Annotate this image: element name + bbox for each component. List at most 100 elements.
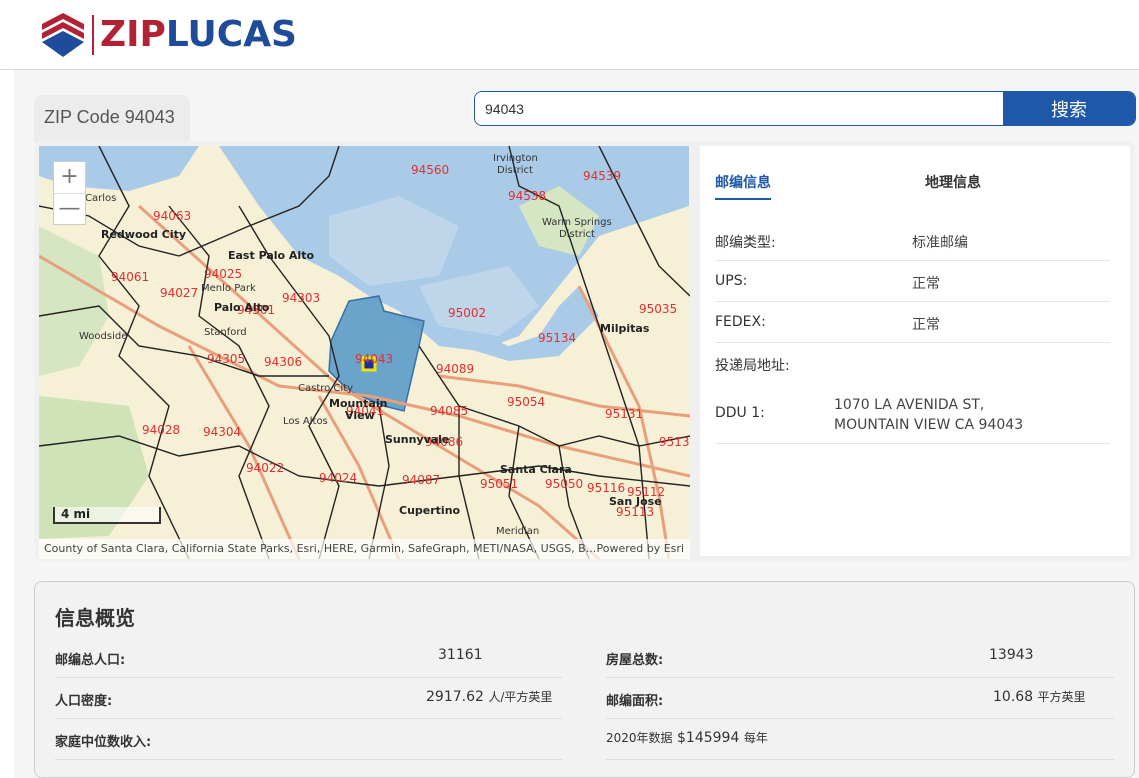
logo-text: ZIPLUCAS	[100, 14, 297, 55]
postal-type-row: 邮编类型: 标准邮编	[715, 232, 1110, 261]
map-zip-label: 94089	[436, 362, 474, 376]
map-zip-label: 94022	[246, 461, 284, 475]
map-scale-bar: 4 mi	[53, 507, 161, 524]
map-zip-label: 94305	[207, 352, 245, 366]
map-place-label: Castro City	[298, 383, 353, 394]
density-unit: 人/平方英里	[488, 690, 553, 704]
ups-value: 正常	[912, 276, 940, 292]
houses-value: 13943	[989, 647, 1034, 663]
map-zip-label: 95035	[639, 302, 677, 316]
ddu-address: 1070 LA AVENIDA ST, MOUNTAIN VIEW CA 940…	[834, 395, 1023, 435]
map-place-label: Los Altos	[283, 416, 328, 427]
map-place-label: View	[345, 409, 375, 422]
map-place-label: District	[497, 165, 533, 176]
map-place-label: Carlos	[85, 193, 116, 204]
fedex-row: FEDEX: 正常	[715, 314, 1110, 343]
map-zip-label: 94303	[282, 291, 320, 305]
houses-label: 房屋总数:	[606, 653, 664, 668]
map-zip-label: 95133	[659, 435, 690, 449]
powered-by-esri[interactable]: Powered by Esri	[596, 542, 684, 555]
density-value-group: 2917.62 人/平方英里	[426, 688, 552, 705]
info-summary-card: 信息概览 邮编总人口: 31161 房屋总数: 13943 人口密度: 2917…	[34, 581, 1135, 778]
ups-label: UPS:	[715, 273, 748, 289]
area-row: 邮编面积: 10.68 平方英里	[606, 678, 1114, 719]
ddu-address-line2: MOUNTAIN VIEW CA 94043	[834, 417, 1024, 433]
income-label-row: 家庭中位数收入:	[55, 719, 562, 760]
ziplucas-logo[interactable]: ZIPLUCAS	[40, 10, 297, 60]
density-value: 2917.62	[426, 689, 484, 705]
map-zip-label: 94085	[430, 404, 468, 418]
post-office-row: 投递局地址:	[715, 355, 1110, 375]
map-zip-label: 94560	[411, 163, 449, 177]
map-zip-label: 94539	[583, 169, 621, 183]
area-value: 10.68	[993, 689, 1034, 705]
zip-map[interactable]: 94043 94560 94539 94538 94063 94025 9402…	[39, 146, 690, 559]
map-place-label: Milpitas	[600, 322, 650, 335]
ddu-address-line1: 1070 LA AVENIDA ST,	[834, 397, 985, 413]
population-value: 31161	[438, 647, 483, 663]
map-place-label: Cupertino	[399, 504, 461, 517]
map-place-label: Santa Clara	[500, 463, 572, 476]
map-zip-label: 94306	[264, 355, 302, 369]
map-zip-label: 94028	[142, 423, 180, 437]
population-row: 邮编总人口: 31161	[55, 637, 562, 678]
map-zip-label: 94538	[508, 189, 546, 203]
ups-row: UPS: 正常	[715, 273, 1110, 302]
summary-title: 信息概览	[55, 606, 135, 630]
zip-code-tab[interactable]: ZIP Code 94043	[34, 95, 190, 143]
fedex-label: FEDEX:	[715, 314, 766, 330]
map-place-label: District	[559, 229, 595, 240]
density-label: 人口密度:	[55, 694, 113, 709]
ddu-row: DDU 1: 1070 LA AVENIDA ST, MOUNTAIN VIEW…	[715, 395, 1110, 444]
houses-row: 房屋总数: 13943	[606, 637, 1114, 678]
map-zip-label: 95050	[545, 477, 583, 491]
map-place-label: Menlo Park	[201, 283, 256, 294]
map-place-label: Irvington	[493, 153, 538, 164]
top-header: ZIPLUCAS	[0, 0, 1139, 70]
map-attribution: County of Santa Clara, California State …	[39, 539, 690, 559]
area-label: 邮编面积:	[606, 694, 664, 709]
search-button[interactable]: 搜索	[1003, 92, 1135, 125]
map-zip-label: 94027	[160, 286, 198, 300]
post-office-label: 投递局地址:	[715, 358, 790, 374]
map-zip-label: 94087	[402, 473, 440, 487]
search-input[interactable]	[475, 92, 1003, 125]
map-zip-label: 95054	[507, 395, 545, 409]
map-place-label: Stanford	[204, 327, 247, 338]
income-prefix: 2020年数据	[606, 731, 673, 745]
info-panel: 邮编信息 地理信息 邮编类型: 标准邮编 UPS: 正常 FEDEX: 正常 投…	[700, 146, 1130, 556]
map-place-label: Sunnyvale	[385, 433, 449, 446]
map-place-label: Woodside	[79, 331, 127, 342]
map-place-label: Palo Alto	[214, 301, 270, 314]
income-value: $145994	[677, 730, 740, 746]
map-zip-label: 95051	[480, 477, 518, 491]
zoom-out-button[interactable]: —	[54, 194, 85, 226]
map-canvas: 94043 94560 94539 94538 94063 94025 9402…	[39, 146, 690, 559]
map-place-label: Meridian	[496, 526, 539, 537]
map-place-label: Redwood City	[101, 228, 186, 241]
tab-geo-info[interactable]: 地理信息	[925, 172, 981, 192]
zoom-in-button[interactable]: +	[54, 162, 85, 194]
map-place-label: East Palo Alto	[228, 249, 314, 262]
tab-postal-info[interactable]: 邮编信息	[715, 172, 771, 200]
map-zip-label: 95002	[448, 306, 486, 320]
map-zip-label: 94061	[111, 270, 149, 284]
postal-type-value: 标准邮编	[912, 235, 968, 251]
info-tabs: 邮编信息 地理信息	[715, 172, 1115, 200]
map-zip-label: 94063	[153, 209, 191, 223]
postal-type-label: 邮编类型:	[715, 235, 776, 251]
search-bar: 搜索	[474, 91, 1136, 126]
map-place-label: Warm Springs	[542, 217, 612, 228]
density-row: 人口密度: 2917.62 人/平方英里	[55, 678, 562, 719]
ddu-label: DDU 1:	[715, 405, 765, 421]
population-label: 邮编总人口:	[55, 653, 126, 668]
fedex-value: 正常	[912, 317, 940, 333]
income-unit: 每年	[743, 731, 768, 745]
area-value-group: 10.68 平方英里	[993, 688, 1086, 705]
map-zip-label: 94024	[319, 471, 357, 485]
income-value-row: 2020年数据 $145994 每年	[606, 719, 1114, 760]
area-unit: 平方英里	[1037, 690, 1086, 704]
map-zip-label: 94025	[204, 267, 242, 281]
income-label: 家庭中位数收入:	[55, 735, 152, 750]
map-zip-label: 95116	[587, 481, 625, 495]
